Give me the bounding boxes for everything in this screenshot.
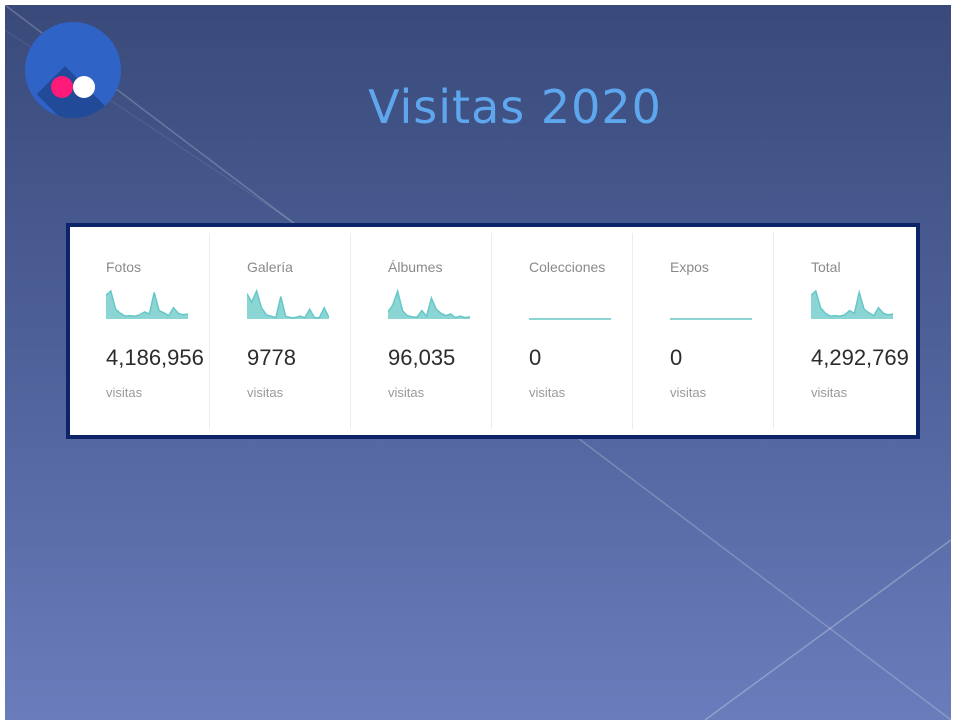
sparkline-area — [247, 291, 329, 319]
stat-unit: visitas — [388, 385, 425, 400]
stat-unit: visitas — [106, 385, 143, 400]
sparkline-colecciones — [529, 318, 611, 320]
stat-unit: visitas — [670, 385, 707, 400]
sparkline-area — [811, 291, 893, 319]
stat-label: Colecciones — [529, 259, 606, 275]
stat-fotos[interactable]: Fotos 4,186,956 visitas — [70, 227, 210, 435]
stat-total[interactable]: Total 4,292,769 visitas — [775, 227, 915, 435]
stat-label: Total — [811, 259, 841, 275]
stat-label: Expos — [670, 259, 709, 275]
stat-albumes[interactable]: Álbumes 96,035 visitas — [352, 227, 492, 435]
stat-value: 9778 — [247, 345, 296, 370]
stat-value: 0 — [670, 345, 683, 370]
stat-galeria[interactable]: Galería 9778 visitas — [211, 227, 351, 435]
sparkline-total — [811, 289, 893, 319]
stat-unit: visitas — [529, 385, 566, 400]
sparkline-galeria — [247, 288, 329, 319]
stat-value: 96,035 — [388, 345, 456, 370]
stat-unit: visitas — [811, 385, 848, 400]
stats-card: Fotos 4,186,956 visitas Galería 9778 vis… — [66, 223, 920, 439]
stat-label: Galería — [247, 259, 293, 275]
pink-dot-icon — [51, 76, 73, 98]
stat-label: Álbumes — [388, 259, 443, 275]
sparkline-fotos — [106, 289, 188, 319]
stat-value: 0 — [529, 345, 542, 370]
flickr-logo-icon — [25, 22, 121, 118]
stat-unit: visitas — [247, 385, 284, 400]
stat-label: Fotos — [106, 259, 142, 275]
sparkline-area — [106, 291, 188, 319]
sparkline-albumes — [388, 288, 470, 319]
stat-value: 4,186,956 — [106, 345, 204, 370]
page-title: Visitas 2020 — [368, 80, 662, 134]
stat-colecciones[interactable]: Colecciones 0 visitas — [493, 227, 633, 435]
stat-expos[interactable]: Expos 0 visitas — [634, 227, 774, 435]
stat-value: 4,292,769 — [811, 345, 909, 370]
sparkline-expos — [670, 318, 752, 320]
white-dot-icon — [73, 76, 95, 98]
